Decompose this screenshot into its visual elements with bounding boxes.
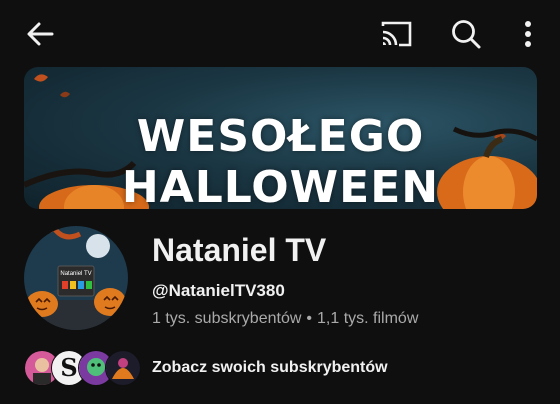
- svg-text:S: S: [60, 353, 77, 382]
- avatar-image: [24, 226, 128, 330]
- view-subscribers-row[interactable]: S Zobacz swoich subskrybentów: [24, 350, 544, 386]
- top-app-bar: [0, 0, 560, 66]
- subscriber-avatars: S: [24, 350, 141, 386]
- channel-stats[interactable]: 1 tys. subskrybentów • 1,1 tys. filmów: [152, 310, 418, 328]
- channel-banner[interactable]: WESOŁEGO HALLOWEEN: [24, 67, 537, 209]
- subscriber-avatar: [105, 350, 141, 386]
- banner-title: WESOŁEGO HALLOWEEN: [121, 111, 440, 209]
- channel-name: Nataniel TV: [152, 232, 327, 268]
- back-button[interactable]: [20, 14, 60, 54]
- cast-button[interactable]: [376, 14, 416, 54]
- cast-icon: [381, 21, 412, 47]
- search-button[interactable]: [446, 14, 486, 54]
- back-arrow-icon: [27, 22, 54, 46]
- avatar-label: Nataniel TV: [60, 271, 92, 277]
- subscriber-count: 1 tys. subskrybentów: [152, 310, 302, 327]
- stats-separator: •: [306, 310, 313, 327]
- channel-avatar[interactable]: Nataniel TV: [24, 226, 128, 330]
- search-icon: [452, 20, 481, 49]
- view-subscribers-link[interactable]: Zobacz swoich subskrybentów: [152, 359, 388, 377]
- video-count: 1,1 tys. filmów: [317, 310, 419, 327]
- channel-handle: @NatanielTV380: [152, 281, 285, 300]
- more-options-button[interactable]: [508, 14, 548, 54]
- more-vert-icon: [525, 21, 531, 47]
